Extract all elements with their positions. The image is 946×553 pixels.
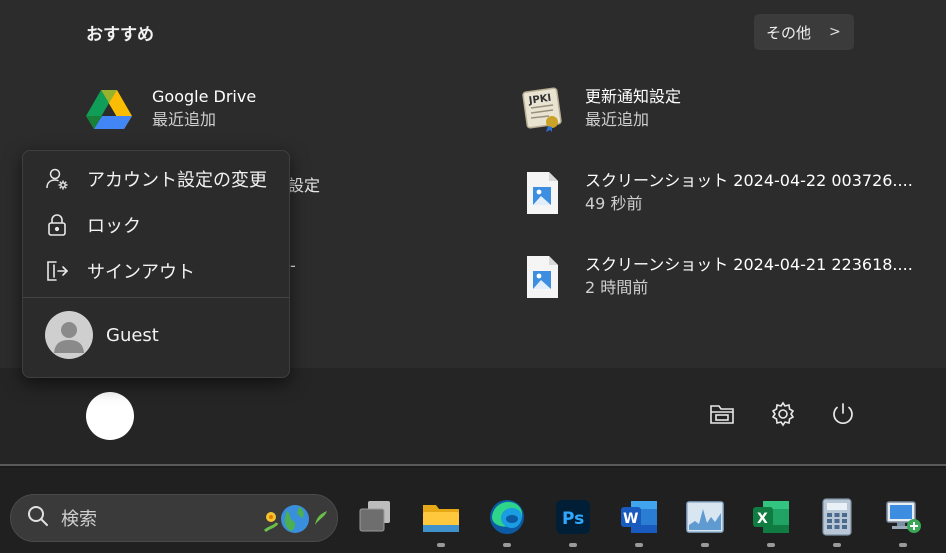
- calculator-icon[interactable]: [816, 496, 858, 538]
- earth-day-highlight-icon: [261, 501, 329, 537]
- running-indicator: [833, 543, 841, 547]
- chevron-right-icon: >: [829, 24, 841, 40]
- taskbar-search-box[interactable]: 検索: [10, 494, 338, 542]
- running-indicator: [899, 543, 907, 547]
- recommended-item-update-settings[interactable]: JPKI 更新通知設定 最近追加: [519, 86, 681, 132]
- file-explorer-icon[interactable]: [708, 400, 736, 428]
- guest-avatar-icon: [45, 311, 93, 359]
- recommended-item-name: Google Drive: [152, 87, 257, 106]
- change-account-settings-item[interactable]: アカウント設定の変更: [23, 157, 289, 201]
- search-icon: [27, 505, 49, 531]
- excel-icon-text: X: [757, 511, 768, 527]
- file-explorer-icon[interactable]: [420, 496, 462, 538]
- lock-label: ロック: [87, 216, 141, 237]
- settings-gear-icon[interactable]: [769, 400, 797, 428]
- recommended-item-sub: 2 時間前: [585, 278, 649, 297]
- sign-out-label: サインアウト: [87, 262, 195, 283]
- word-icon-text: W: [623, 511, 638, 527]
- running-indicator: [635, 543, 643, 547]
- more-button[interactable]: その他 >: [754, 14, 854, 50]
- recommended-item-screenshot-2[interactable]: スクリーンショット 2024-04-21 223618.... 2 時間前: [519, 254, 913, 300]
- flyout-divider: [23, 297, 289, 298]
- recommended-item-google-drive[interactable]: Google Drive 最近追加: [86, 86, 256, 132]
- power-icon[interactable]: [829, 400, 857, 428]
- start-menu-footer: [0, 368, 946, 464]
- lock-item[interactable]: ロック: [23, 203, 289, 247]
- running-indicator: [569, 543, 577, 547]
- resource-monitor-icon[interactable]: [684, 496, 726, 538]
- person-gear-icon: [45, 167, 69, 191]
- word-icon[interactable]: W: [618, 496, 660, 538]
- guest-user-name: Guest: [106, 324, 159, 346]
- edge-icon[interactable]: [486, 496, 528, 538]
- recommended-item-sub: 最近追加: [585, 110, 650, 129]
- image-file-icon: [519, 254, 565, 300]
- recommended-item-name: スクリーンショット 2024-04-22 003726....: [585, 171, 913, 190]
- recommended-item-sub: 49 秒前: [585, 194, 643, 213]
- guest-user-item[interactable]: Guest: [45, 311, 159, 359]
- hidden-item-text: 設定: [288, 176, 321, 195]
- running-indicator: [503, 543, 511, 547]
- account-flyout: アカウント設定の変更 ロック サインアウト Guest: [22, 150, 290, 378]
- task-view-icon[interactable]: [354, 496, 396, 538]
- change-account-settings-label: アカウント設定の変更: [87, 170, 267, 191]
- recommended-title: おすすめ: [86, 25, 154, 45]
- recommended-item-screenshot-1[interactable]: スクリーンショット 2024-04-22 003726.... 49 秒前: [519, 170, 913, 216]
- recommended-item-name: スクリーンショット 2024-04-21 223618....: [585, 255, 913, 274]
- recommended-item-name: 更新通知設定: [585, 87, 682, 106]
- photoshop-icon-text: Ps: [562, 509, 584, 529]
- jpki-certificate-icon: JPKI: [519, 86, 565, 132]
- search-placeholder: 検索: [61, 509, 97, 530]
- lock-icon: [45, 213, 69, 237]
- image-file-icon: [519, 170, 565, 216]
- photoshop-icon[interactable]: Ps: [552, 496, 594, 538]
- user-avatar-button[interactable]: [86, 392, 134, 440]
- more-button-label: その他: [766, 23, 812, 42]
- running-indicator: [767, 543, 775, 547]
- sign-out-item[interactable]: サインアウト: [23, 249, 289, 293]
- remote-desktop-icon[interactable]: [882, 496, 924, 538]
- sign-out-icon: [45, 259, 69, 283]
- hidden-item-text: -: [290, 256, 296, 275]
- running-indicator: [437, 543, 445, 547]
- excel-icon[interactable]: X: [750, 496, 792, 538]
- recommended-item-sub: 最近追加: [152, 110, 217, 129]
- running-indicator: [701, 543, 709, 547]
- google-drive-icon: [86, 86, 132, 132]
